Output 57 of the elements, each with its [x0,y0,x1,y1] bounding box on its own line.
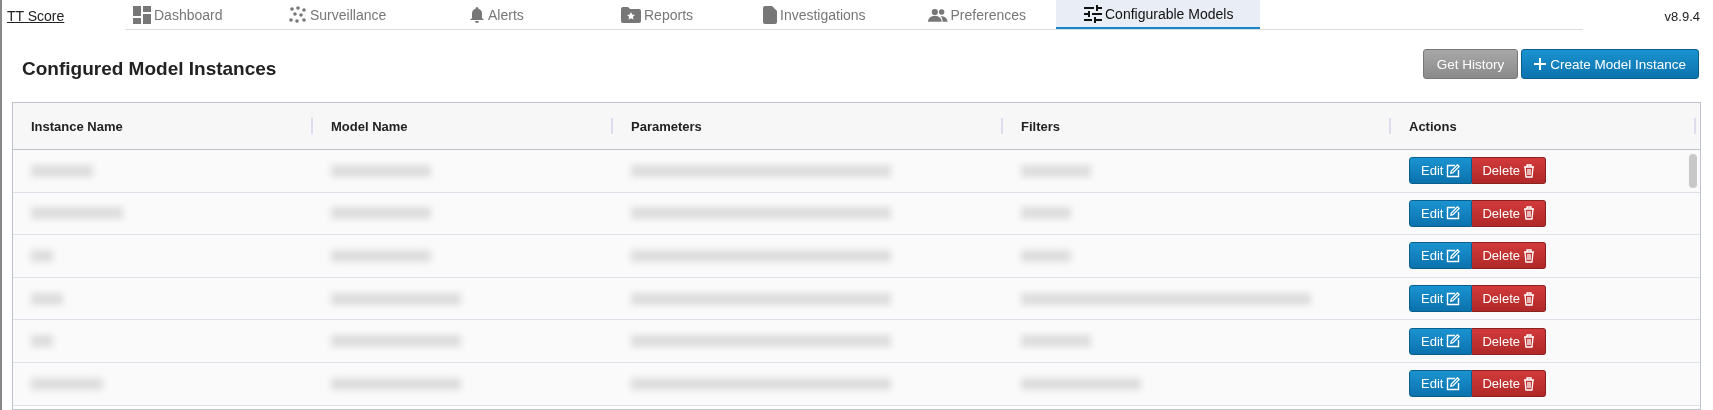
trash-icon [1523,376,1535,391]
people-icon [928,7,948,22]
page-title: Configured Model Instances [22,58,277,80]
create-button[interactable]: Create Model Instance [1521,49,1699,79]
brand-link[interactable]: TT Score [2,8,125,30]
dots-icon [289,5,307,24]
edit-icon [1446,163,1461,178]
blurred-text [31,164,93,177]
nav-tab[interactable]: Configurable Models [1056,0,1260,29]
nav-tab[interactable]: Preferences [928,0,1056,29]
delete-button[interactable]: Delete [1472,327,1546,355]
blurred-text [1021,335,1091,348]
bell-icon [469,5,485,24]
trash-icon [1523,249,1535,263]
trash-icon [1523,163,1535,178]
column-header: Instance Name [31,118,123,134]
trash-icon [1523,334,1535,349]
edit-button[interactable]: Edit [1409,157,1473,185]
nav-tab[interactable]: Alerts [469,0,621,29]
edit-icon [1446,334,1461,349]
dashboard-icon [133,5,151,24]
edit-icon [1446,376,1461,391]
blurred-text [1021,164,1091,177]
blurred-text [31,377,103,390]
edit-icon [1446,206,1461,221]
plus-icon [1534,58,1547,70]
sliders-icon [1084,4,1102,23]
nav-tab[interactable]: Surveillance [289,0,469,29]
edit-icon [1446,249,1461,263]
delete-button[interactable]: Delete [1472,242,1546,270]
trash-icon [1523,206,1535,221]
edit-icon [1446,291,1461,306]
get-history-button[interactable]: Get History [1422,49,1519,79]
nav-tab[interactable]: Reports [621,0,763,29]
blurred-text [31,292,63,305]
document-icon [763,5,777,24]
column-header: Filters [1021,118,1060,134]
edit-button[interactable]: Edit [1409,242,1473,270]
column-header: Model Name [331,118,408,134]
delete-button[interactable]: Delete [1472,370,1546,398]
edit-button[interactable]: Edit [1409,199,1473,227]
scrollbar-thumb[interactable] [1689,154,1697,188]
trash-icon [1523,291,1535,306]
delete-button[interactable]: Delete [1472,157,1546,185]
version-label: v8.9.4 [1664,9,1701,26]
blurred-text [1021,207,1071,220]
nav-tab[interactable]: Dashboard [133,0,289,29]
blurred-text [31,335,53,348]
edit-button[interactable]: Edit [1409,285,1473,313]
folder-star-icon [621,6,641,23]
edit-button[interactable]: Edit [1409,370,1473,398]
column-header: Actions [1409,118,1457,134]
nav-tab[interactable]: Investigations [763,0,928,29]
column-header: Parameters [631,118,702,134]
edit-button[interactable]: Edit [1409,327,1473,355]
delete-button[interactable]: Delete [1472,199,1546,227]
delete-button[interactable]: Delete [1472,285,1546,313]
